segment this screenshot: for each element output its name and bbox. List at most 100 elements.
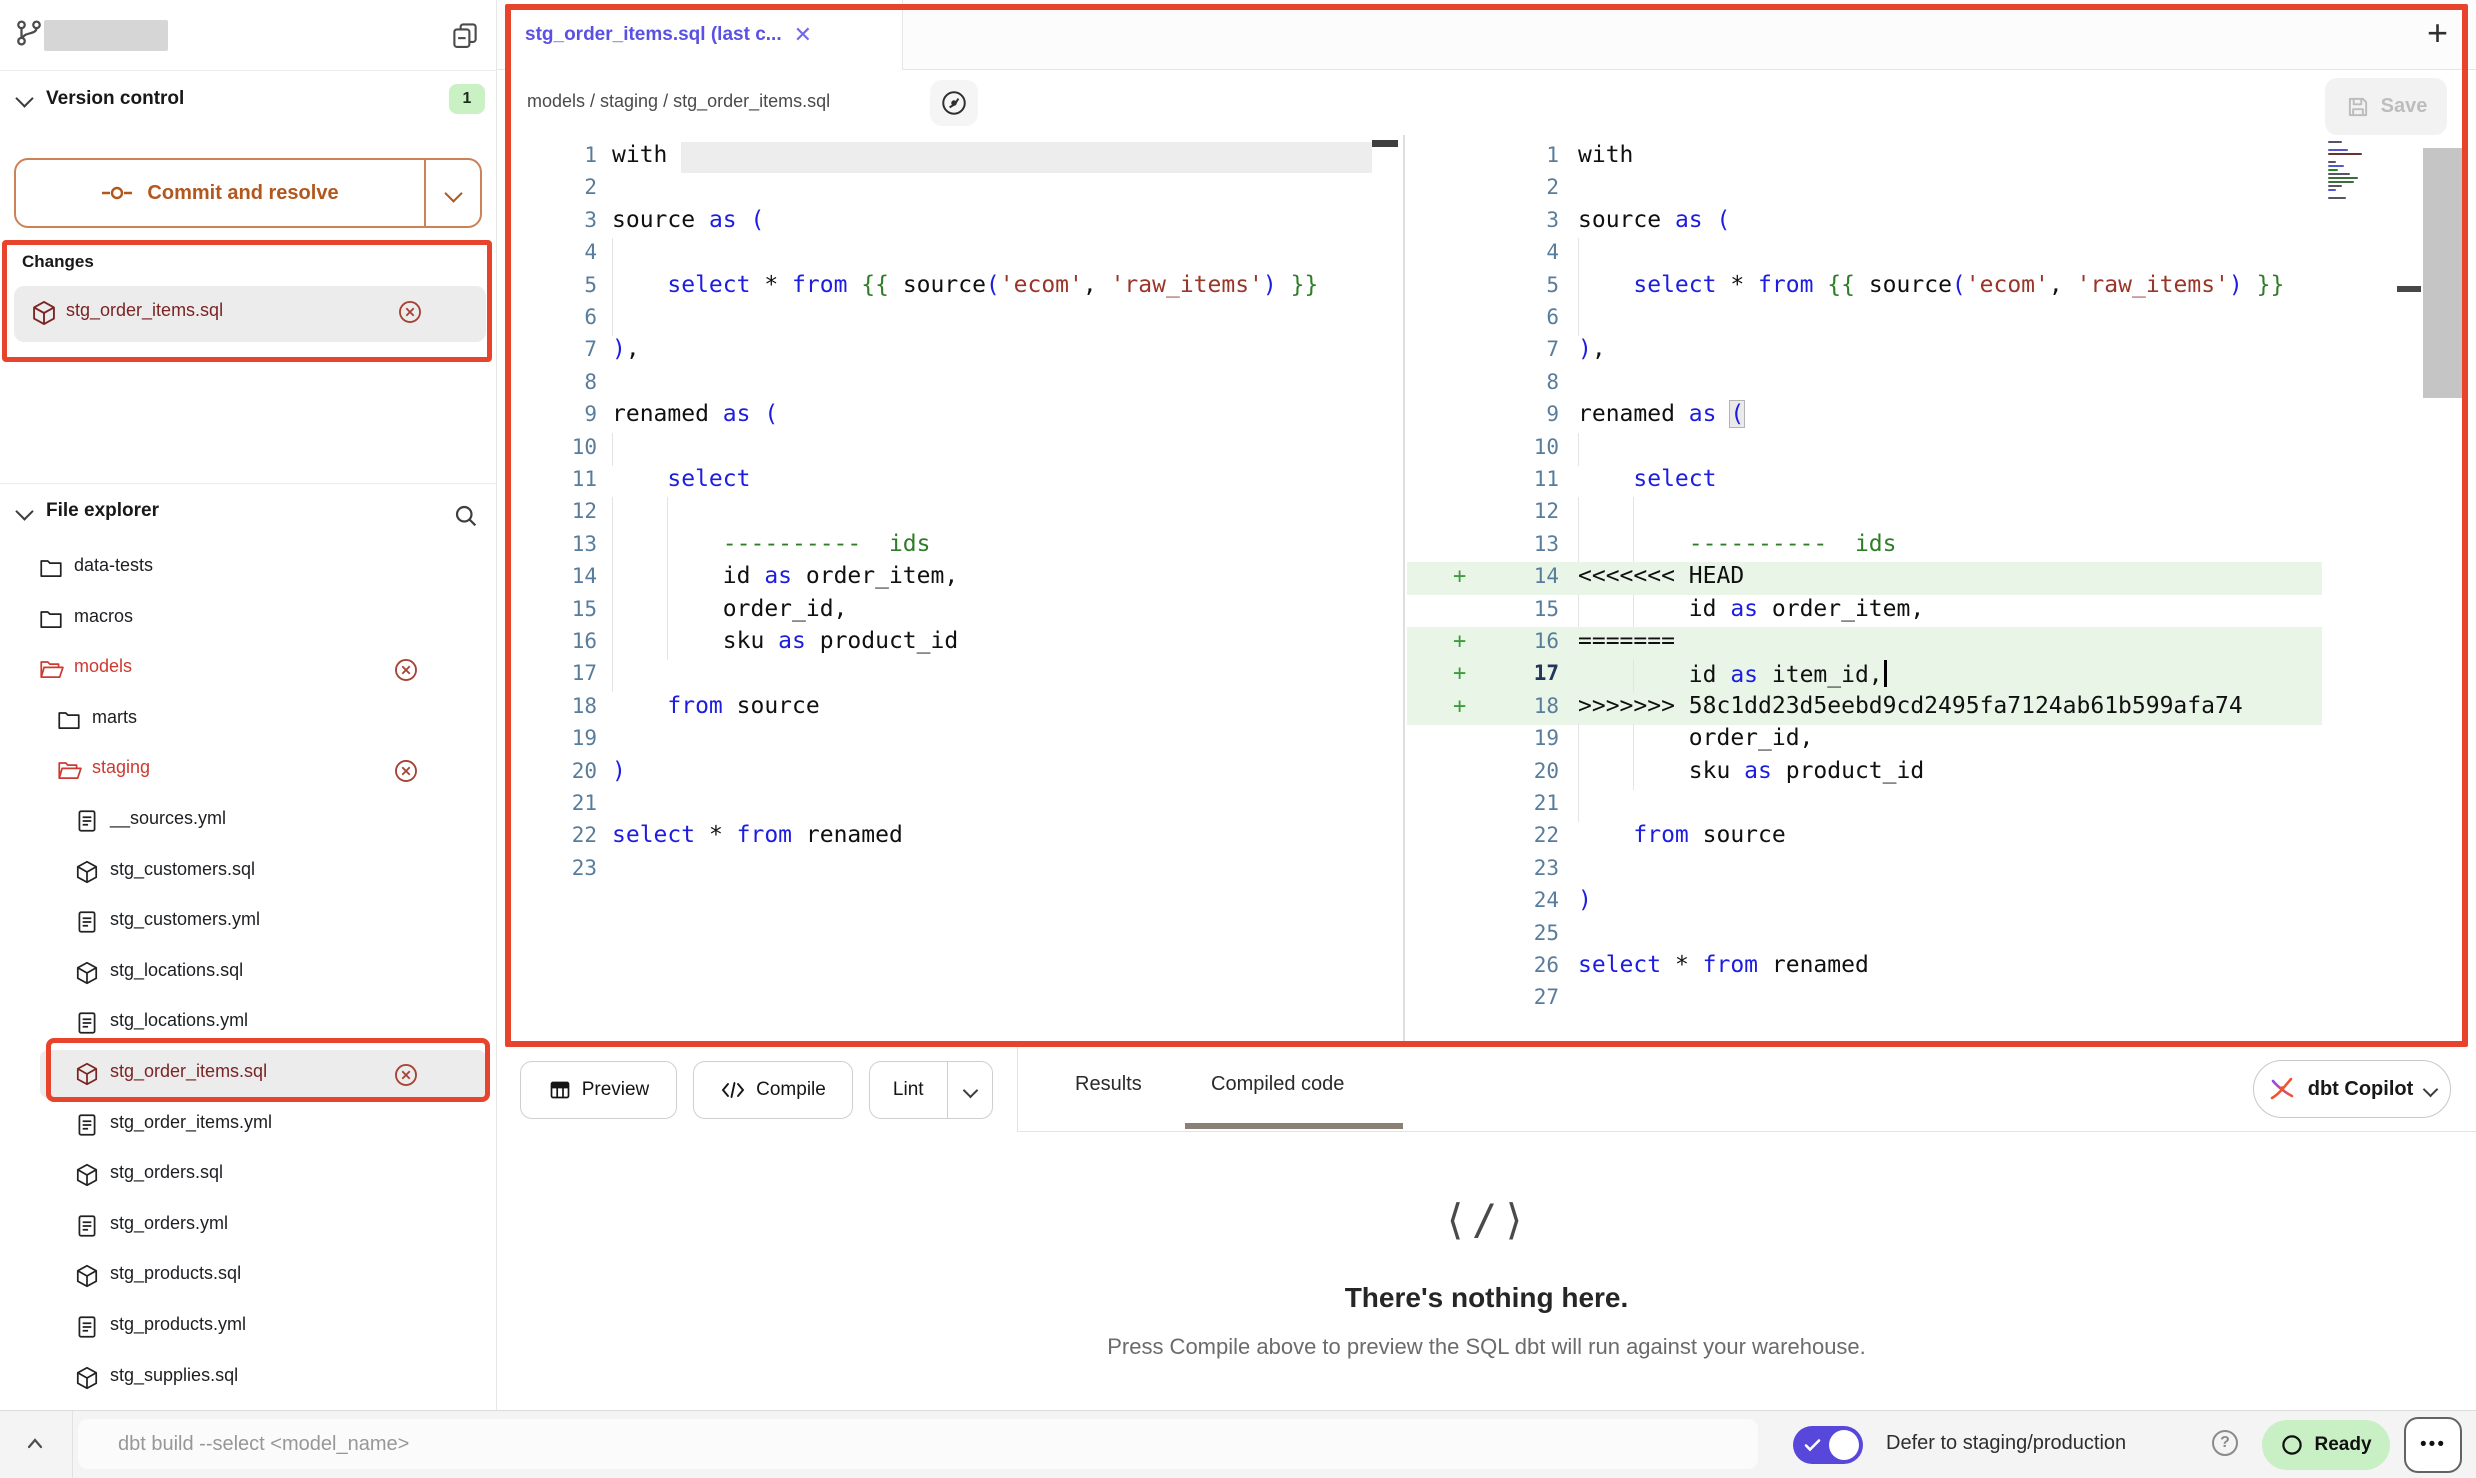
code-line[interactable]: 8 — [1407, 368, 2322, 401]
code-line[interactable]: 19 — [497, 724, 1372, 757]
tab-stg-order-items[interactable]: stg_order_items.sql (last c... ✕ — [505, 0, 903, 70]
code-line[interactable]: 18 from source — [497, 692, 1372, 725]
file-row-models[interactable]: models — [0, 644, 497, 694]
code-line[interactable]: +14<<<<<<< HEAD — [1407, 562, 2322, 595]
code-line[interactable]: +16======= — [1407, 627, 2322, 660]
discard-change-icon[interactable] — [396, 298, 424, 326]
minimap[interactable] — [2324, 139, 2398, 211]
code-line[interactable]: 4 — [497, 238, 1372, 271]
new-tab-button[interactable]: + — [2427, 12, 2448, 54]
code-line[interactable]: 24) — [1407, 886, 2322, 919]
search-icon[interactable] — [452, 502, 480, 530]
code-line[interactable]: +17 id as item_id, — [1407, 659, 2322, 692]
code-line[interactable]: 15 id as order_item, — [1407, 595, 2322, 628]
code-line[interactable]: 20 sku as product_id — [1407, 757, 2322, 790]
code-line[interactable]: 3source as ( — [1407, 206, 2322, 239]
file-row-stg-customers-yml[interactable]: stg_customers.yml — [0, 897, 497, 947]
discard-change-icon[interactable] — [392, 1061, 420, 1089]
file-row-stg-customers-sql[interactable]: stg_customers.sql — [0, 847, 497, 897]
code-line[interactable]: 8 — [497, 368, 1372, 401]
model-cube-icon — [74, 960, 100, 986]
code-line[interactable]: 11 select — [497, 465, 1372, 498]
code-line[interactable]: 11 select — [1407, 465, 2322, 498]
file-row-stg-order-items-sql[interactable]: stg_order_items.sql — [0, 1049, 497, 1099]
code-line[interactable]: 13 ---------- ids — [1407, 530, 2322, 563]
code-line[interactable]: 27 — [1407, 983, 2322, 1016]
code-line[interactable]: 16 sku as product_id — [497, 627, 1372, 660]
code-line[interactable]: 19 order_id, — [1407, 724, 2322, 757]
changed-file-item[interactable]: stg_order_items.sql — [14, 286, 486, 342]
chevron-down-icon[interactable] — [15, 502, 33, 520]
code-line[interactable]: 12 — [497, 497, 1372, 530]
discard-change-icon[interactable] — [392, 757, 420, 785]
file-row-staging[interactable]: staging — [0, 745, 497, 795]
file-row-stg-products-yml[interactable]: stg_products.yml — [0, 1302, 497, 1352]
code-line[interactable]: 7), — [1407, 335, 2322, 368]
file-row-data-tests[interactable]: data-tests — [0, 543, 497, 593]
code-line[interactable]: 26select * from renamed — [1407, 951, 2322, 984]
code-line[interactable]: 10 — [497, 433, 1372, 466]
code-line[interactable]: 5 select * from {{ source('ecom', 'raw_i… — [497, 271, 1372, 304]
code-line[interactable]: 21 — [497, 789, 1372, 822]
discard-change-icon[interactable] — [392, 656, 420, 684]
commit-dropdown-button[interactable] — [426, 160, 480, 226]
file-row-stg-locations-yml[interactable]: stg_locations.yml — [0, 998, 497, 1048]
defer-toggle[interactable] — [1793, 1426, 1863, 1464]
code-line[interactable]: 7), — [497, 335, 1372, 368]
lint-dropdown-button[interactable] — [948, 1062, 992, 1118]
close-tab-icon[interactable]: ✕ — [794, 22, 812, 48]
code-line[interactable]: 9renamed as ( — [497, 400, 1372, 433]
preview-button[interactable]: Preview — [520, 1061, 677, 1119]
file-row-stg-orders-yml[interactable]: stg_orders.yml — [0, 1201, 497, 1251]
code-line[interactable]: 3source as ( — [497, 206, 1372, 239]
code-line[interactable]: 22 from source — [1407, 821, 2322, 854]
code-line[interactable]: 15 order_id, — [497, 595, 1372, 628]
code-line[interactable]: 20) — [497, 757, 1372, 790]
help-icon[interactable]: ? — [2212, 1430, 2238, 1456]
code-line[interactable]: 14 id as order_item, — [497, 562, 1372, 595]
code-line[interactable]: +18>>>>>>> 58c1dd23d5eebd9cd2495fa7124ab… — [1407, 692, 2322, 725]
expand-panel-icon[interactable] — [22, 1433, 48, 1453]
lint-button[interactable]: Lint — [870, 1062, 947, 1118]
lineage-button[interactable] — [930, 80, 978, 126]
file-row--sources-yml[interactable]: __sources.yml — [0, 796, 497, 846]
code-line[interactable]: 13 ---------- ids — [497, 530, 1372, 563]
code-line[interactable]: 21 — [1407, 789, 2322, 822]
file-row-macros[interactable]: macros — [0, 594, 497, 644]
tab-results[interactable]: Results — [1075, 1073, 1142, 1096]
code-line[interactable]: 25 — [1407, 919, 2322, 952]
more-menu-button[interactable]: ••• — [2404, 1417, 2462, 1473]
copy-icon[interactable] — [450, 20, 480, 50]
save-button[interactable]: Save — [2325, 78, 2447, 135]
code-line[interactable]: 2 — [1407, 173, 2322, 206]
file-row-stg-products-sql[interactable]: stg_products.sql — [0, 1251, 497, 1301]
code-line[interactable]: 10 — [1407, 433, 2322, 466]
code-line[interactable]: 23 — [1407, 854, 2322, 887]
code-line[interactable]: 5 select * from {{ source('ecom', 'raw_i… — [1407, 271, 2322, 304]
code-line[interactable]: 1with — [1407, 141, 2322, 174]
code-line[interactable]: 23 — [497, 854, 1372, 887]
code-line[interactable]: 2 — [497, 173, 1372, 206]
vertical-scrollbar[interactable] — [2423, 148, 2468, 398]
code-line[interactable]: 6 — [497, 303, 1372, 336]
code-line[interactable]: 17 — [497, 659, 1372, 692]
code-line[interactable]: 4 — [1407, 238, 2322, 271]
commit-and-resolve-button[interactable]: Commit and resolve — [14, 158, 482, 228]
code-line[interactable]: 6 — [1407, 303, 2322, 336]
code-line[interactable]: 22select * from renamed — [497, 821, 1372, 854]
command-input[interactable]: dbt build --select <model_name> — [78, 1419, 1758, 1469]
file-row-stg-orders-sql[interactable]: stg_orders.sql — [0, 1150, 497, 1200]
code-line[interactable]: 12 — [1407, 497, 2322, 530]
code-line[interactable]: 9renamed as ( — [1407, 400, 2322, 433]
file-row-stg-supplies-sql[interactable]: stg_supplies.sql — [0, 1353, 497, 1403]
chevron-down-icon[interactable] — [15, 89, 33, 107]
code-line[interactable]: 1with — [497, 141, 1372, 174]
code-editor-modified[interactable]: 1with23source as (45 select * from {{ so… — [1407, 135, 2476, 1042]
compile-button[interactable]: Compile — [693, 1061, 853, 1119]
code-editor-original[interactable]: 1with23source as (45 select * from {{ so… — [497, 135, 1400, 1042]
file-row-stg-order-items-yml[interactable]: stg_order_items.yml — [0, 1100, 497, 1150]
file-row-stg-locations-sql[interactable]: stg_locations.sql — [0, 948, 497, 998]
tab-compiled-code[interactable]: Compiled code — [1211, 1073, 1344, 1096]
dbt-copilot-button[interactable]: dbt Copilot — [2253, 1060, 2451, 1118]
file-row-marts[interactable]: marts — [0, 695, 497, 745]
